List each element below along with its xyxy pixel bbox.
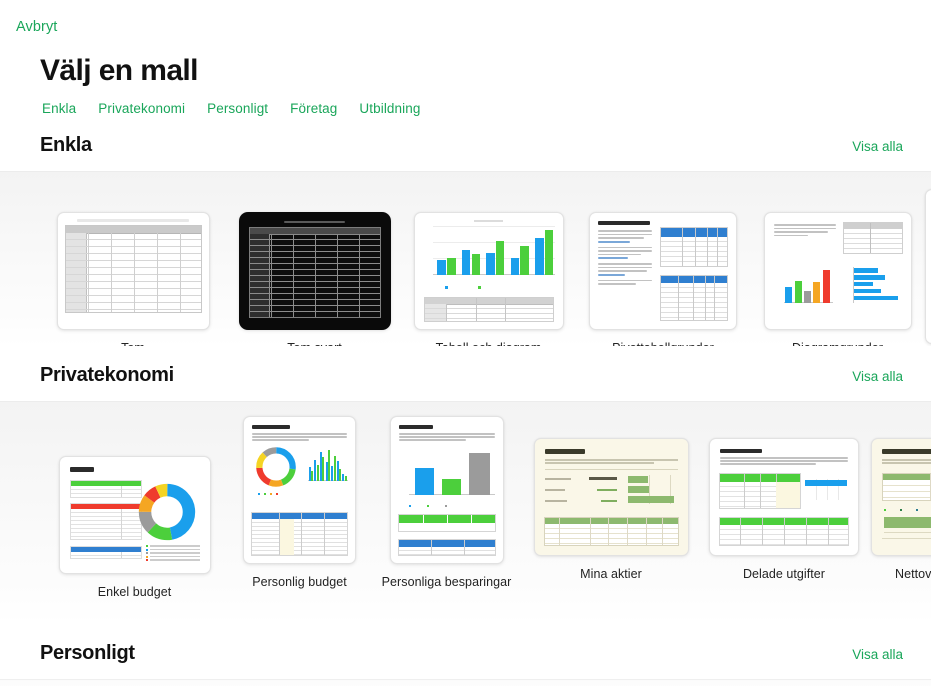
see-all-privatekonomi[interactable]: Visa alla <box>852 369 903 384</box>
template-label-nettovarde: Nettovär <box>895 567 931 581</box>
template-thumb-tom <box>56 212 210 330</box>
template-label-personliga-besparingar: Personliga besparingar <box>381 575 512 589</box>
section-personligt: Personligt Visa alla <box>0 624 931 686</box>
section-header-personligt: Personligt Visa alla <box>0 624 931 665</box>
template-card-diagramgrunder[interactable]: Diagramgrunder <box>750 212 925 346</box>
section-header-enkla: Enkla Visa alla <box>0 116 931 157</box>
template-card-personliga-besparingar[interactable]: Personliga besparingar <box>368 416 525 589</box>
page-header: Välj en mall Enkla Privatekonomi Personl… <box>0 48 931 116</box>
template-thumb-delade-utgifter <box>709 438 859 556</box>
template-thumb-mina-aktier <box>533 438 689 556</box>
tab-personligt[interactable]: Personligt <box>207 101 268 116</box>
template-card-enkel-budget[interactable]: Enkel budget <box>38 416 231 599</box>
section-title-enkla: Enkla <box>40 134 92 156</box>
donut-chart-enkel-budget <box>138 483 195 541</box>
template-label-delade-utgifter: Delade utgifter <box>742 567 826 581</box>
tab-privatekonomi[interactable]: Privatekonomi <box>98 101 185 116</box>
template-row-privatekonomi: Enkel budget Personlig budget Personliga… <box>0 401 931 624</box>
category-tabs: Enkla Privatekonomi Personligt Företag U… <box>40 101 931 116</box>
template-thumb-enkel-budget <box>58 456 211 574</box>
top-bar: Avbryt <box>0 0 931 48</box>
template-thumb-diagramgrunder <box>763 212 912 330</box>
template-label-personlig-budget: Personlig budget <box>252 575 347 589</box>
template-thumb-tabell-och-diagram <box>413 212 564 330</box>
section-header-privatekonomi: Privatekonomi Visa alla <box>0 346 931 387</box>
choose-template-screen: Avbryt Välj en mall Enkla Privatekonomi … <box>0 0 931 686</box>
section-enkla: Enkla Visa alla <box>0 116 931 346</box>
template-card-pivottabellgrunder[interactable]: Pivottabellgrunder <box>576 212 750 346</box>
template-thumb-personlig-budget <box>243 416 356 564</box>
template-thumb-partial-enkla <box>925 189 931 344</box>
template-row-personligt <box>0 679 931 686</box>
template-thumb-nettovarde <box>871 438 931 556</box>
tab-enkla[interactable]: Enkla <box>42 101 76 116</box>
section-title-personligt: Personligt <box>40 642 135 664</box>
template-card-tom[interactable]: Tom <box>38 212 228 346</box>
template-thumb-personliga-besparingar <box>389 416 504 564</box>
template-card-personlig-budget[interactable]: Personlig budget <box>231 416 368 589</box>
page-title: Välj en mall <box>40 54 198 87</box>
template-card-partial-enkla[interactable] <box>925 189 931 346</box>
template-thumb-tom-svart <box>238 212 391 330</box>
template-card-tabell-och-diagram[interactable]: Tabell och diagram <box>401 212 576 346</box>
template-card-delade-utgifter[interactable]: Delade utgifter <box>697 416 871 581</box>
template-thumb-pivottabellgrunder <box>589 212 737 330</box>
tab-utbildning[interactable]: Utbildning <box>359 101 420 116</box>
see-all-personligt[interactable]: Visa alla <box>852 647 903 662</box>
cancel-button[interactable]: Avbryt <box>16 19 57 35</box>
template-card-mina-aktier[interactable]: Mina aktier <box>525 416 697 581</box>
section-title-privatekonomi: Privatekonomi <box>40 364 174 386</box>
donut-chart-personlig-budget <box>256 447 296 487</box>
template-label-enkel-budget: Enkel budget <box>97 585 172 599</box>
template-label-mina-aktier: Mina aktier <box>580 567 642 581</box>
template-row-enkla: Tom <box>0 171 931 346</box>
template-card-nettovarde[interactable]: Nettovär <box>871 416 931 581</box>
see-all-enkla[interactable]: Visa alla <box>852 139 903 154</box>
tab-foretag[interactable]: Företag <box>290 101 337 116</box>
template-card-tom-svart[interactable]: Tom svart <box>228 212 401 346</box>
section-privatekonomi: Privatekonomi Visa alla Enkel budget Per… <box>0 346 931 624</box>
